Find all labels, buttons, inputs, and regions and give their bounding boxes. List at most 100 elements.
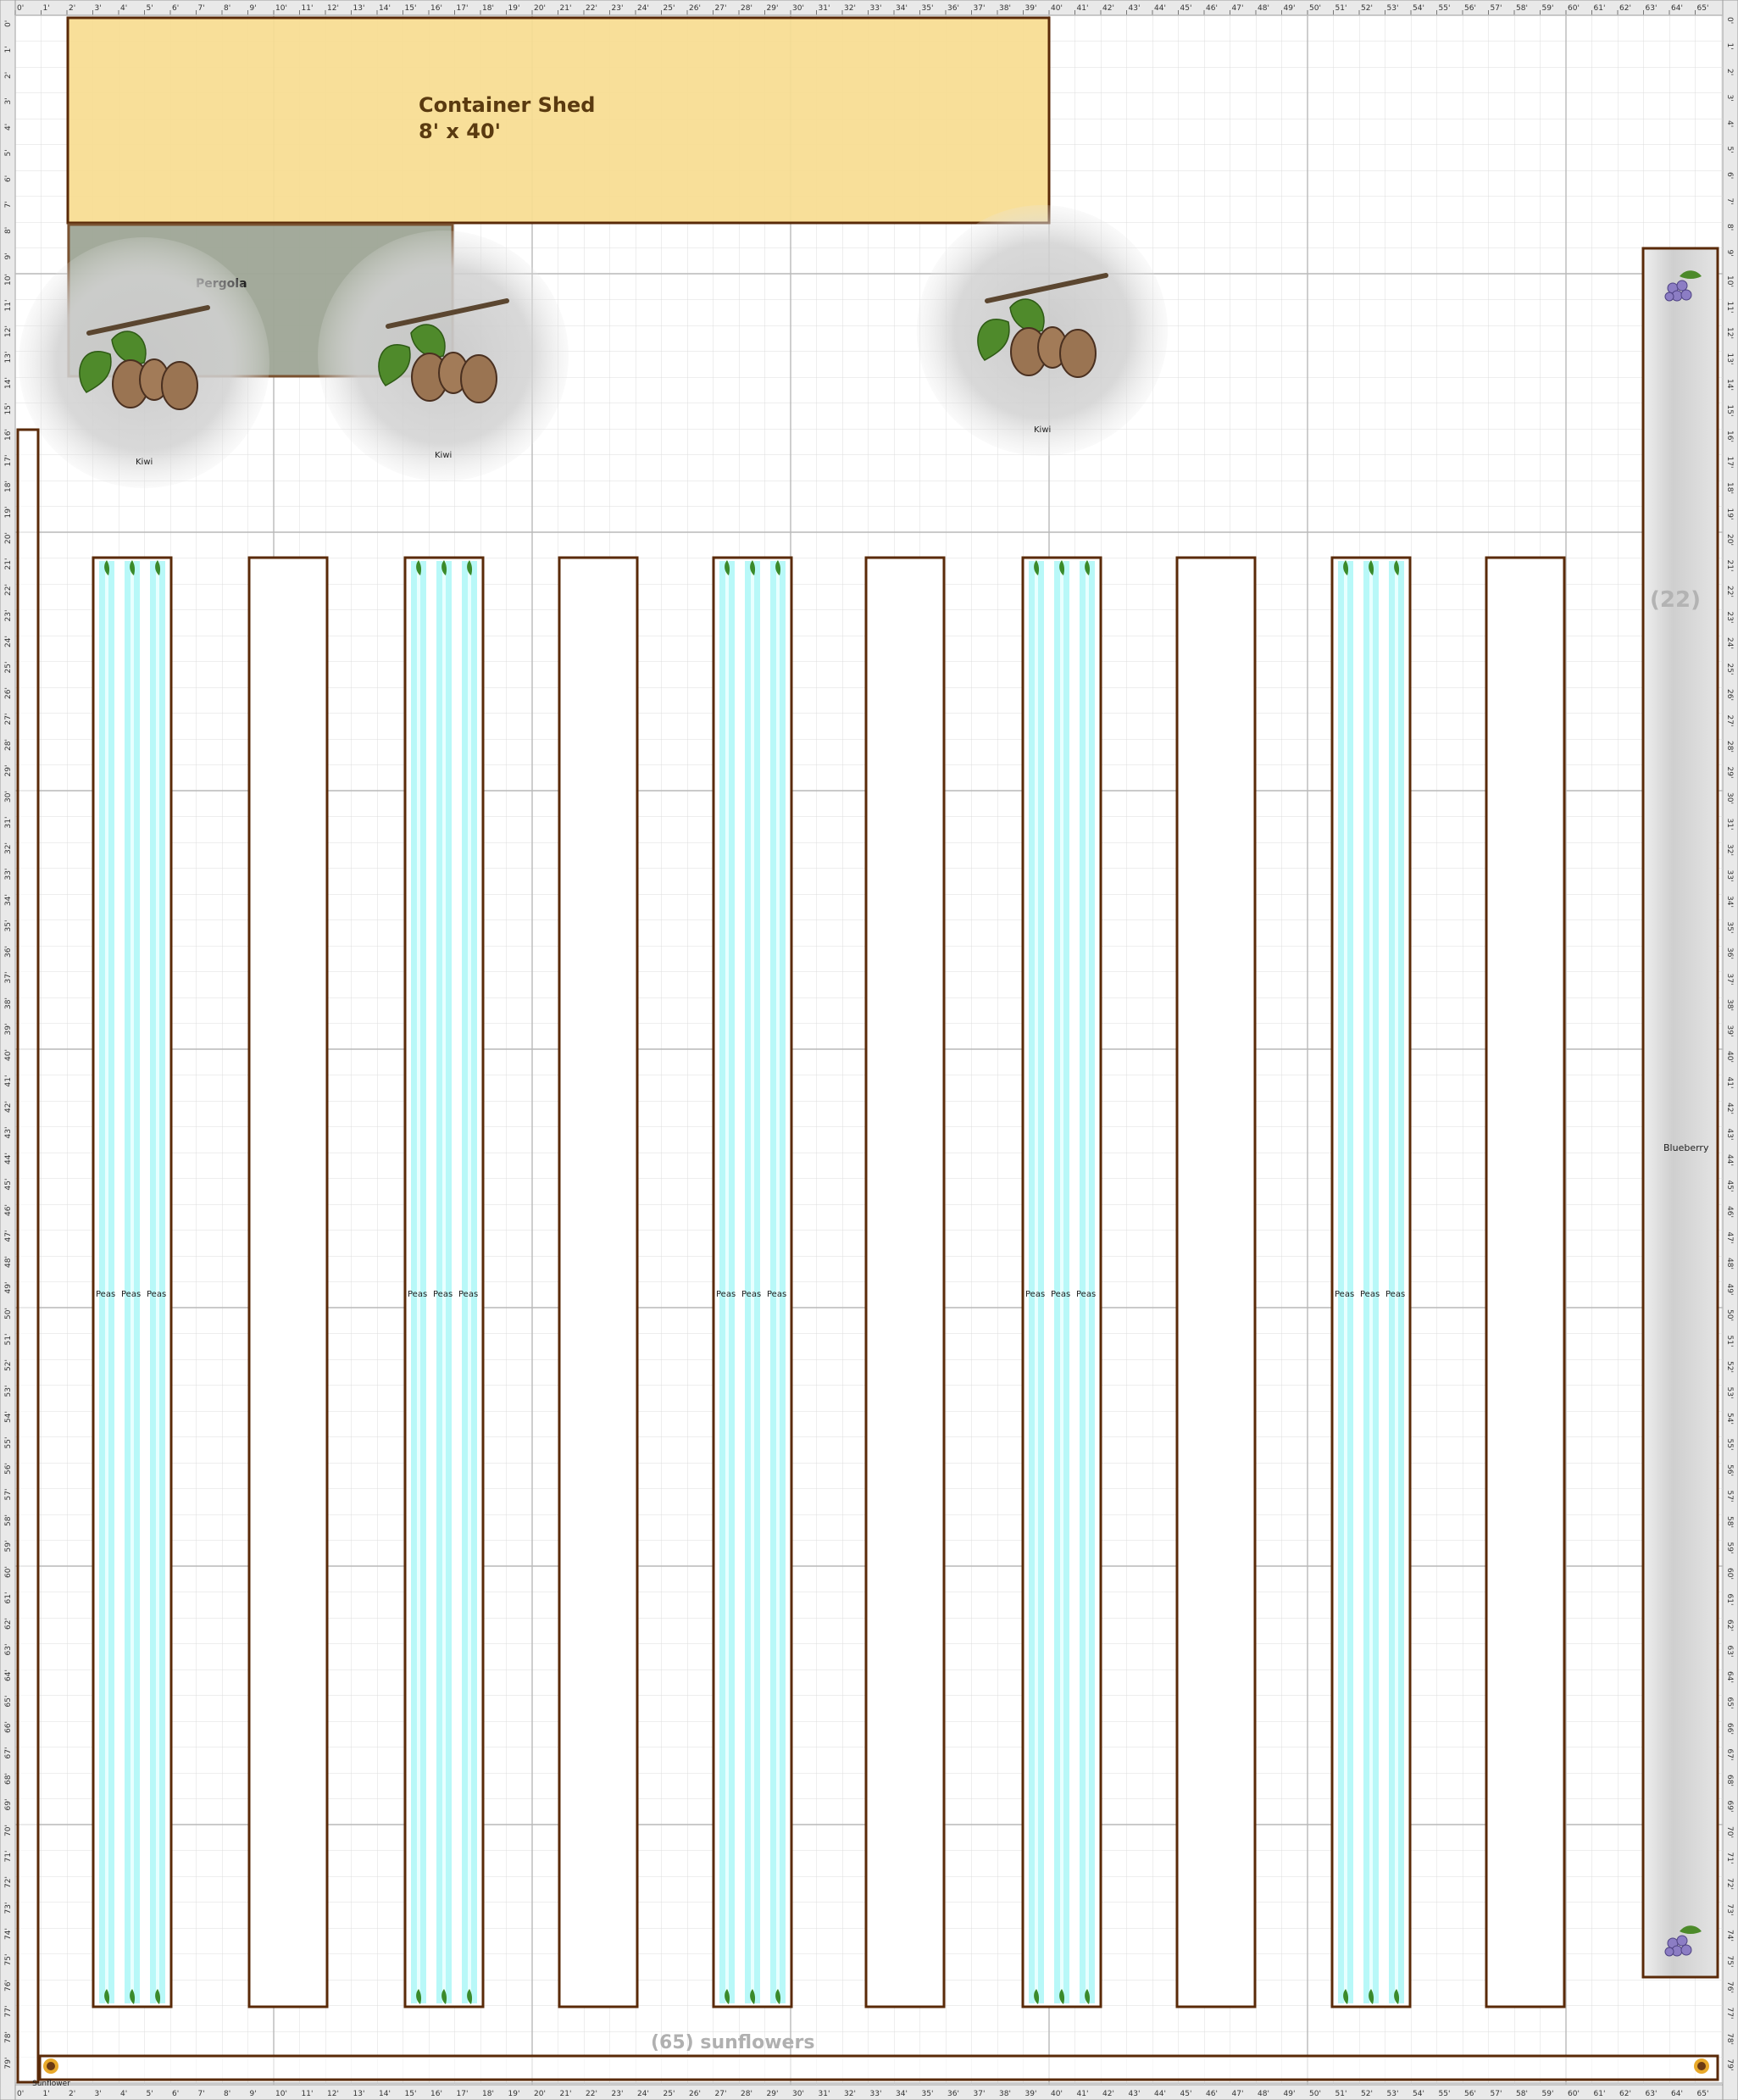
kiwi-plant[interactable]: Kiwi xyxy=(917,205,1168,456)
ruler-tick-label: 57' xyxy=(4,1489,13,1501)
sunflower-border-left[interactable] xyxy=(16,428,40,2084)
planted-bed[interactable]: Peas Peas Peas xyxy=(403,556,485,2008)
ruler-tick-label: 8' xyxy=(224,4,230,13)
empty-bed[interactable] xyxy=(558,556,639,2008)
empty-bed[interactable] xyxy=(1175,556,1257,2008)
bed-border xyxy=(1175,556,1257,2008)
peas-label: Peas xyxy=(121,1290,141,1299)
sunflower-row-body xyxy=(38,2054,1719,2081)
ruler-tick-label: 9' xyxy=(250,4,257,13)
peas-label: Peas xyxy=(1051,1290,1070,1299)
kiwi-plant[interactable]: Kiwi xyxy=(318,231,569,481)
ruler-tick-label: 54' xyxy=(1725,1413,1734,1425)
ruler-tick-label: 51' xyxy=(1335,2090,1347,2098)
ruler-tick-label: 8' xyxy=(4,227,13,234)
empty-bed[interactable] xyxy=(864,556,946,2008)
ruler-tick-label: 59' xyxy=(1542,4,1554,13)
ruler-tick-label: 37' xyxy=(974,4,986,13)
ruler-tick-label: 56' xyxy=(1464,2090,1476,2098)
ruler-tick-label: 19' xyxy=(508,4,520,13)
ruler-tick-label: 73' xyxy=(1725,1904,1734,1916)
ruler-tick-label: 16' xyxy=(1725,431,1734,442)
ruler-tick-label: 63' xyxy=(1725,1646,1734,1658)
ruler-tick-label: 0' xyxy=(17,4,24,13)
ruler-tick-label: 65' xyxy=(1725,1697,1734,1709)
planted-bed[interactable]: Peas Peas Peas xyxy=(1021,556,1102,2008)
ruler-tick-label: 21' xyxy=(1725,560,1734,572)
ruler-tick-label: 74' xyxy=(1725,1930,1734,1942)
ruler-tick-label: 17' xyxy=(4,455,13,467)
planted-bed[interactable]: Peas Peas Peas xyxy=(92,556,173,2008)
ruler-tick-label: 47' xyxy=(1232,4,1244,13)
empty-bed[interactable] xyxy=(1485,556,1566,2008)
blueberry-bed[interactable]: (22) Blueberry xyxy=(1641,247,1719,1979)
ruler-tick-label: 48' xyxy=(4,1256,13,1268)
ruler-tick-label: 43' xyxy=(1725,1129,1734,1141)
empty-bed[interactable] xyxy=(247,556,329,2008)
ruler-tick-label: 63' xyxy=(4,1644,13,1656)
peas-row-center xyxy=(1344,561,1347,2003)
planted-bed[interactable]: Peas Peas Peas xyxy=(1330,556,1412,2008)
ruler-tick-label: 40' xyxy=(4,1049,13,1061)
peas-row-center xyxy=(776,561,780,2003)
ruler-tick-label: 8' xyxy=(1725,224,1734,231)
ruler-tick-label: 61' xyxy=(1594,4,1606,13)
bed-border xyxy=(558,556,639,2008)
ruler-tick-label: 53' xyxy=(4,1386,13,1397)
planted-bed[interactable]: Peas Peas Peas xyxy=(712,556,793,2008)
ruler-tick-label: 19' xyxy=(4,507,13,519)
kiwi-label: Kiwi xyxy=(435,451,452,460)
ruler-tick-label: 57' xyxy=(1725,1491,1734,1503)
ruler-tick-label: 33' xyxy=(870,2090,882,2098)
ruler-tick-label: 42' xyxy=(1725,1103,1734,1114)
ruler-tick-label: 40' xyxy=(1725,1051,1734,1063)
peas-row-center xyxy=(1369,561,1373,2003)
ruler-tick-label: 55' xyxy=(1439,2090,1451,2098)
ruler-tick-label: 69' xyxy=(4,1799,13,1811)
ruler-tick-label: 31' xyxy=(4,817,13,829)
ruler-tick-label: 69' xyxy=(1725,1801,1734,1813)
ruler-tick-label: 52' xyxy=(1361,4,1373,13)
ruler-tick-label: 57' xyxy=(1491,2090,1502,2098)
ruler-tick-label: 46' xyxy=(4,1204,13,1216)
ruler-tick-label: 66' xyxy=(4,1721,13,1733)
ruler-tick-label: 6' xyxy=(172,2090,179,2098)
ruler-tick-label: 22' xyxy=(4,584,13,596)
ruler-tick-label: 62' xyxy=(4,1618,13,1630)
ruler-tick-label: 22' xyxy=(586,4,597,13)
sunflower-icon xyxy=(1694,2058,1709,2074)
ruler-tick-label: 55' xyxy=(1439,4,1451,13)
ruler-tick-label: 7' xyxy=(198,4,205,13)
ruler-tick-label: 52' xyxy=(4,1359,13,1371)
ruler-tick-label: 60' xyxy=(1568,2090,1580,2098)
ruler-tick-label: 78' xyxy=(4,2031,13,2043)
ruler-tick-label: 4' xyxy=(1725,120,1734,127)
ruler-tick-label: 44' xyxy=(4,1153,13,1164)
ruler-tick-label: 32' xyxy=(4,842,13,854)
ruler-tick-label: 14' xyxy=(379,2090,391,2098)
ruler-tick-label: 61' xyxy=(4,1592,13,1604)
ruler-tick-label: 22' xyxy=(1725,586,1734,597)
ruler-tick-label: 49' xyxy=(4,1282,13,1294)
ruler-tick-label: 55' xyxy=(4,1437,13,1449)
peas-label: Peas xyxy=(147,1290,166,1299)
ruler-tick-label: 14' xyxy=(1725,379,1734,391)
ruler-tick-label: 24' xyxy=(1725,637,1734,649)
ruler-tick-label: 26' xyxy=(689,2090,701,2098)
ruler-tick-label: 6' xyxy=(4,175,13,182)
peas-row-center xyxy=(130,561,134,2003)
ruler-tick-label: 38' xyxy=(1725,999,1734,1011)
ruler-tick-label: 6' xyxy=(172,4,179,13)
ruler-tick-label: 66' xyxy=(1725,1723,1734,1735)
ruler-tick-label: 11' xyxy=(302,2090,314,2098)
container-shed[interactable]: Container Shed 8' x 40' xyxy=(66,16,1051,225)
ruler-tick-label: 68' xyxy=(1725,1775,1734,1786)
ruler-tick-label: 78' xyxy=(1725,2033,1734,2045)
ruler-tick-label: 63' xyxy=(1646,2090,1657,2098)
ruler-tick-label: 2' xyxy=(69,2090,75,2098)
kiwi-plant[interactable]: Kiwi xyxy=(19,237,269,488)
ruler-bottom xyxy=(0,2084,1738,2100)
ruler-tick-label: 1' xyxy=(1725,43,1734,50)
ruler-tick-label: 58' xyxy=(1725,1516,1734,1528)
ruler-tick-label: 34' xyxy=(4,894,13,906)
